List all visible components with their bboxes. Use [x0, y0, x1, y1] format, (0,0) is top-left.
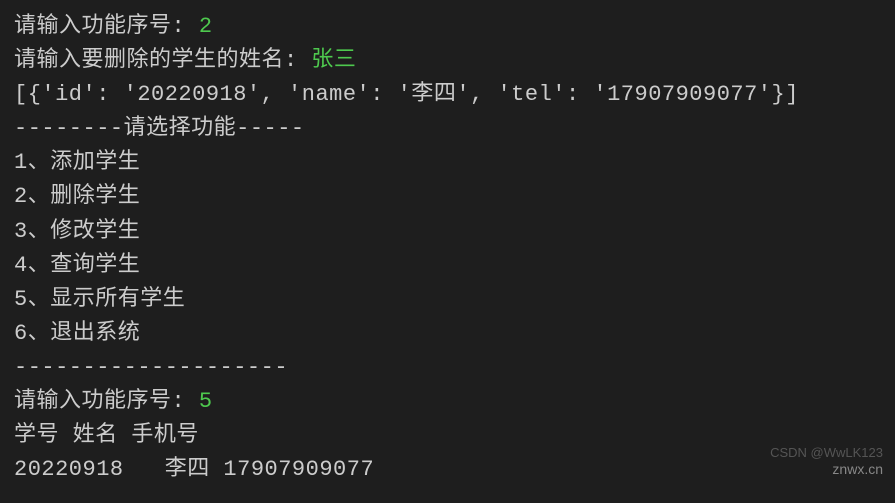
prompt-delete-name: 请输入要删除的学生的姓名:: [14, 48, 311, 73]
prompt-line-func-no: 请输入功能序号: 2: [14, 10, 881, 44]
prompt-func-no-2: 请输入功能序号:: [14, 389, 199, 414]
prompt-func-no: 请输入功能序号:: [14, 14, 199, 39]
prompt-line-delete-name: 请输入要删除的学生的姓名: 张三: [14, 44, 881, 78]
input-func-no-1: 2: [199, 14, 213, 39]
menu-item-2: 2、删除学生: [14, 180, 881, 214]
menu-item-1: 1、添加学生: [14, 146, 881, 180]
table-header: 学号 姓名 手机号: [14, 419, 881, 453]
menu-header: --------请选择功能-----: [14, 112, 881, 146]
watermark-znwx: znwx.cn: [832, 459, 883, 481]
menu-item-3: 3、修改学生: [14, 215, 881, 249]
table-row: 20220918 李四 17907909077: [14, 453, 881, 487]
prompt-line-func-no-2: 请输入功能序号: 5: [14, 385, 881, 419]
input-delete-name: 张三: [311, 48, 356, 73]
menu-item-5: 5、显示所有学生: [14, 283, 881, 317]
terminal-output: 请输入功能序号: 2 请输入要删除的学生的姓名: 张三 [{'id': '202…: [14, 10, 881, 487]
input-func-no-2: 5: [199, 389, 213, 414]
separator-line: --------------------: [14, 351, 881, 385]
menu-item-6: 6、退出系统: [14, 317, 881, 351]
menu-item-4: 4、查询学生: [14, 249, 881, 283]
output-list-result: [{'id': '20220918', 'name': '李四', 'tel':…: [14, 78, 881, 112]
